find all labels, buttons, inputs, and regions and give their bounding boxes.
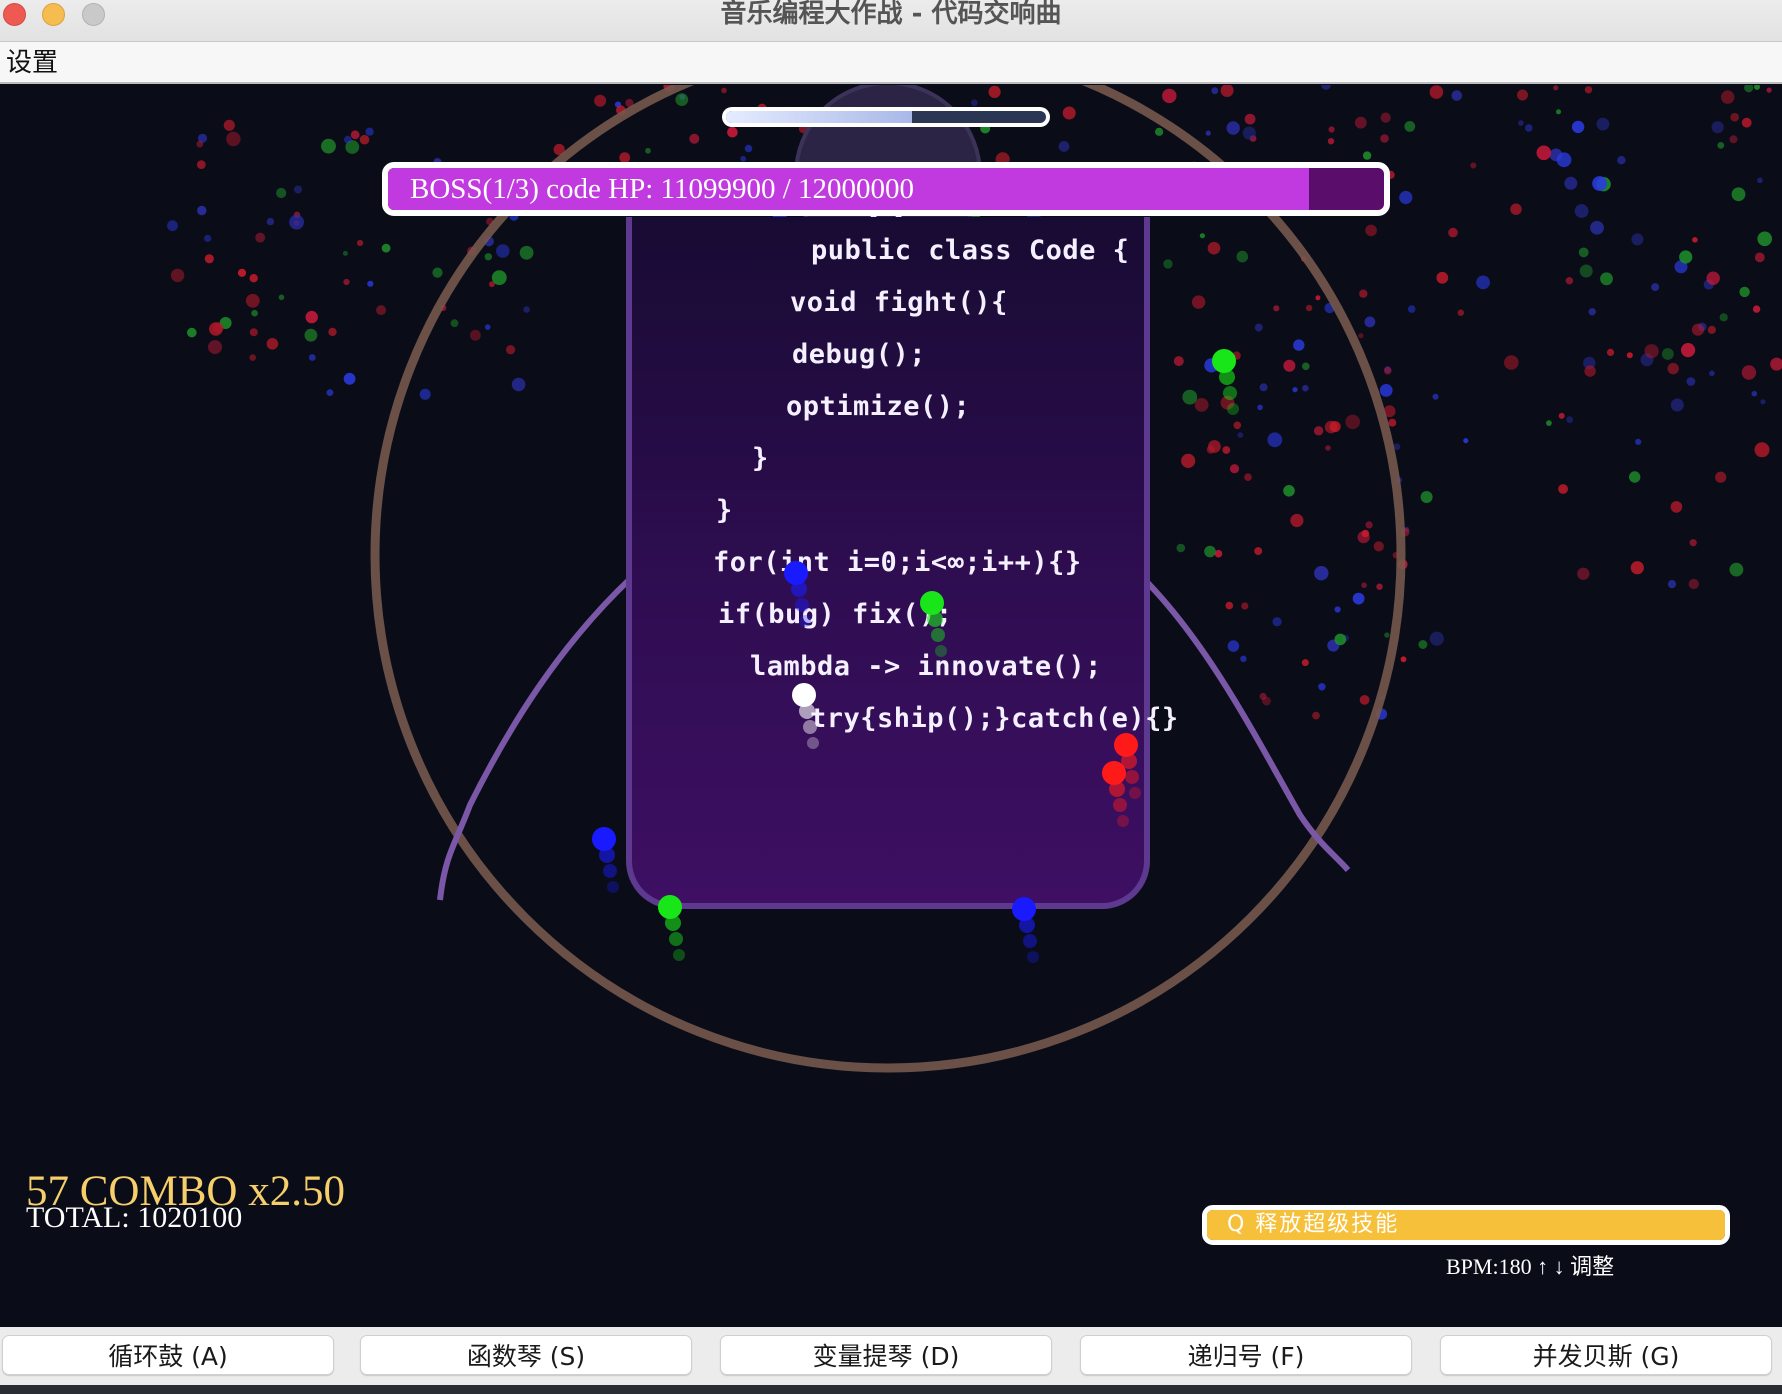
note-trail (1113, 798, 1127, 812)
notes-layer (592, 349, 1239, 963)
note-trail (1023, 934, 1037, 948)
note-head (1012, 897, 1036, 921)
function-piano-button[interactable]: 函数琴 (S) (360, 1335, 692, 1375)
window-title: 音乐编程大作战 - 代码交响曲 (720, 0, 1062, 29)
beat-progress-fill (726, 111, 912, 123)
note-trail (1117, 815, 1129, 827)
beat-progress-bar (722, 107, 1050, 127)
note-trail (795, 598, 809, 612)
note-trail (1223, 386, 1237, 400)
note-head (784, 561, 808, 585)
note-trail (803, 720, 817, 734)
skill-label: Q 释放超级技能 (1227, 1212, 1400, 1237)
note-head (658, 895, 682, 919)
super-skill-button[interactable]: Q 释放超级技能 (1202, 1205, 1730, 1245)
note-trail (1125, 770, 1139, 784)
note-head (1114, 733, 1138, 757)
note-head (1102, 761, 1126, 785)
recursion-horn-button[interactable]: 递归号 (F) (1080, 1335, 1412, 1375)
instrument-button-bar: 循环鼓 (A) 函数琴 (S) 变量提琴 (D) 递归号 (F) 并发贝斯 (G… (0, 1327, 1782, 1385)
variable-violin-button[interactable]: 变量提琴 (D) (720, 1335, 1052, 1375)
note-head (592, 827, 616, 851)
note-trail (799, 615, 811, 627)
boss-hp-label: BOSS(1/3) code HP: 11099900 / 12000000 (410, 173, 915, 205)
note-head (792, 683, 816, 707)
note-trail (1129, 787, 1141, 799)
note-trail (931, 628, 945, 642)
title-bar: 音乐编程大作战 - 代码交响曲 (0, 0, 1782, 42)
menu-bar: 设置 (0, 42, 1782, 84)
note-trail (673, 949, 685, 961)
note-trail (1227, 403, 1239, 415)
status-strip (0, 1385, 1782, 1394)
note-trail (669, 932, 683, 946)
boss-hp-bar: BOSS(1/3) code HP: 11099900 / 12000000 (382, 162, 1390, 216)
bpm-indicator: BPM:180 ↑ ↓ 调整 (1446, 1254, 1615, 1279)
note-head (1212, 349, 1236, 373)
menu-settings[interactable]: 设置 (6, 46, 58, 80)
note-head (920, 591, 944, 615)
note-trail (607, 881, 619, 893)
game-canvas[interactable]: {} public class Code { void fight(){ deb… (0, 85, 1782, 1327)
total-score: TOTAL: 1020100 (26, 1201, 243, 1234)
loop-drum-button[interactable]: 循环鼓 (A) (2, 1335, 334, 1375)
note-trail (603, 864, 617, 878)
note-trail (935, 645, 947, 657)
note-trail (807, 737, 819, 749)
note-trail (1027, 951, 1039, 963)
concurrent-bass-button[interactable]: 并发贝斯 (G) (1440, 1335, 1772, 1375)
